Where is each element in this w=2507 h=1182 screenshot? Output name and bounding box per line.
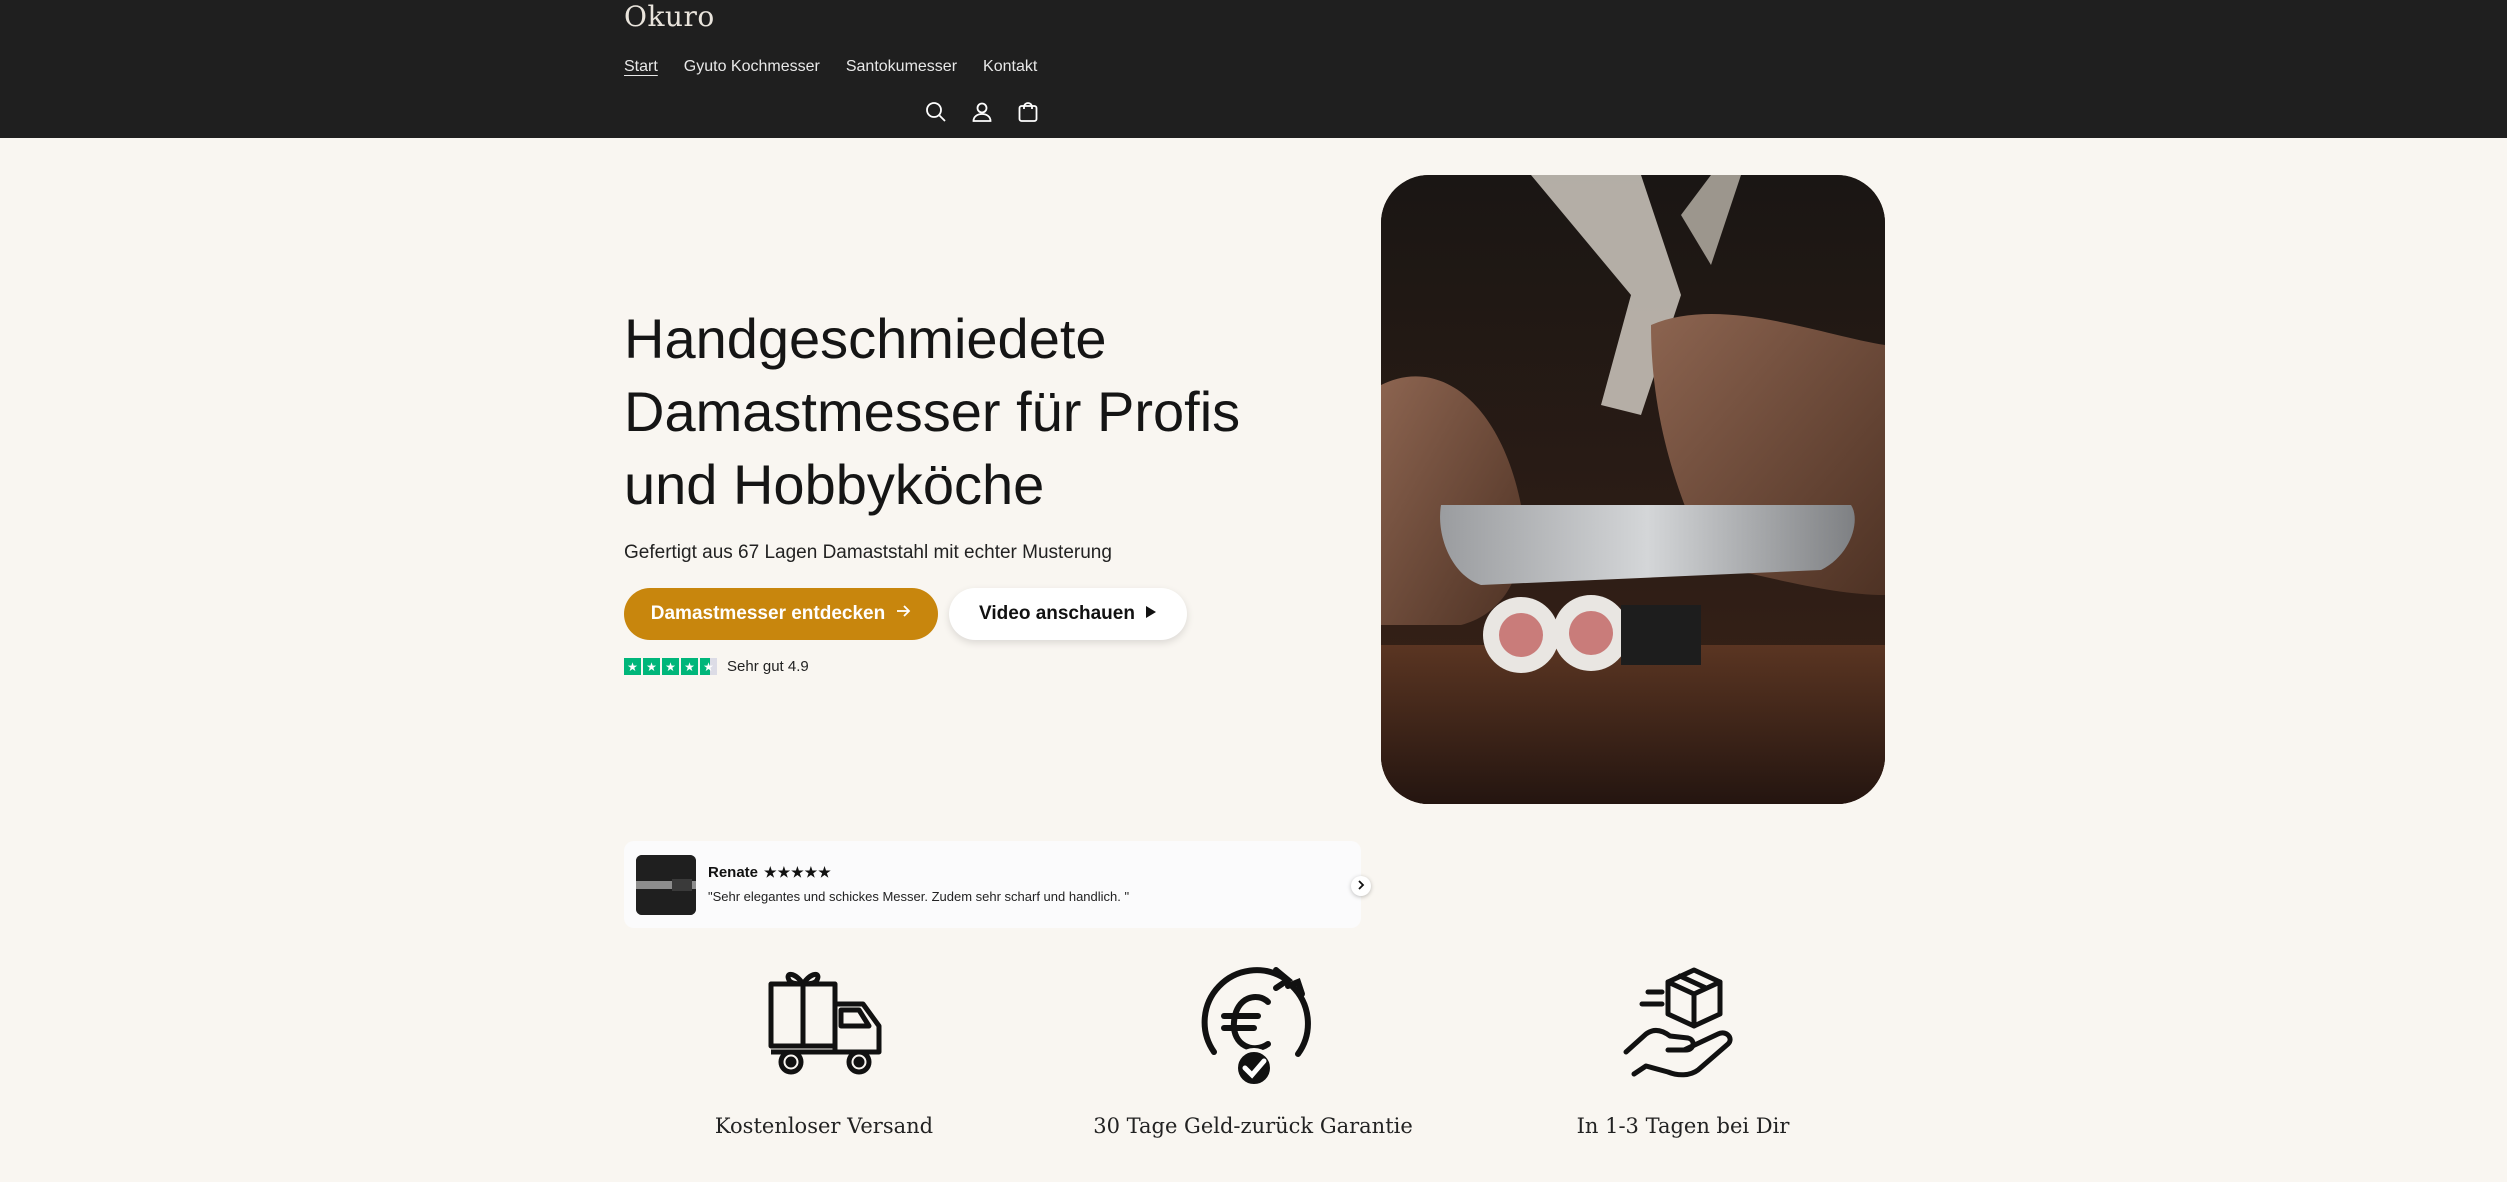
- rating-stars: ★ ★ ★ ★ ★: [624, 658, 717, 675]
- logo[interactable]: Okuro: [624, 0, 715, 33]
- video-button[interactable]: Video anschauen: [949, 588, 1187, 640]
- review-card: Renate ★★★★★ "Sehr elegantes und schicke…: [624, 841, 1371, 928]
- main-nav: Start Gyuto Kochmesser Santokumesser Kon…: [624, 58, 1037, 76]
- delivery-truck-icon: [759, 962, 889, 1092]
- review-author: Renate ★★★★★: [708, 864, 832, 881]
- account-icon[interactable]: [970, 100, 994, 124]
- discover-button-label: Damastmesser entdecken: [650, 603, 886, 624]
- hero-image: [1381, 175, 1885, 804]
- feature-guarantee-label: 30 Tage Geld-zurück Garantie: [1093, 1114, 1413, 1138]
- feature-delivery: In 1-3 Tagen bei Dir: [1493, 962, 1873, 1138]
- video-button-label: Video anschauen: [979, 603, 1135, 624]
- search-icon[interactable]: [924, 100, 948, 124]
- hero-title: Handgeschmiedete Damastmesser für Profis…: [624, 307, 1241, 516]
- feature-shipping: Kostenloser Versand: [634, 962, 1014, 1138]
- discover-button[interactable]: Damastmesser entdecken: [624, 588, 938, 640]
- play-icon: [1145, 603, 1157, 625]
- half-star-icon: ★: [700, 658, 717, 675]
- review-thumbnail: [636, 855, 696, 915]
- package-hand-icon: [1618, 962, 1748, 1092]
- star-icon: ★: [643, 658, 660, 675]
- feature-shipping-label: Kostenloser Versand: [714, 1114, 934, 1138]
- star-icon: ★: [662, 658, 679, 675]
- header-icons: [924, 100, 1040, 124]
- site-header: Okuro Start Gyuto Kochmesser Santokumess…: [0, 0, 2507, 138]
- trustpilot-rating[interactable]: ★ ★ ★ ★ ★ Sehr gut 4.9: [624, 658, 809, 675]
- feature-delivery-label: In 1-3 Tagen bei Dir: [1576, 1114, 1790, 1138]
- review-next-button[interactable]: [1351, 876, 1371, 896]
- euro-guarantee-icon: [1188, 962, 1318, 1092]
- review-text: "Sehr elegantes und schickes Messer. Zud…: [708, 889, 1130, 904]
- hero-subtitle: Gefertigt aus 67 Lagen Damaststahl mit e…: [624, 542, 1112, 563]
- star-icon: ★: [681, 658, 698, 675]
- star-icon: ★: [624, 658, 641, 675]
- nav-item-start[interactable]: Start: [624, 58, 658, 76]
- nav-item-santoku[interactable]: Santokumesser: [846, 58, 957, 76]
- rating-text: Sehr gut 4.9: [727, 658, 809, 675]
- arrow-right-icon: [895, 603, 911, 625]
- nav-item-gyuto[interactable]: Gyuto Kochmesser: [684, 58, 820, 76]
- review-author-name: Renate: [708, 864, 759, 881]
- feature-guarantee: 30 Tage Geld-zurück Garantie: [1063, 962, 1443, 1138]
- cart-icon[interactable]: [1016, 100, 1040, 124]
- review-stars: ★★★★★: [764, 864, 832, 880]
- nav-item-kontakt[interactable]: Kontakt: [983, 58, 1037, 76]
- chevron-right-icon: [1356, 879, 1366, 893]
